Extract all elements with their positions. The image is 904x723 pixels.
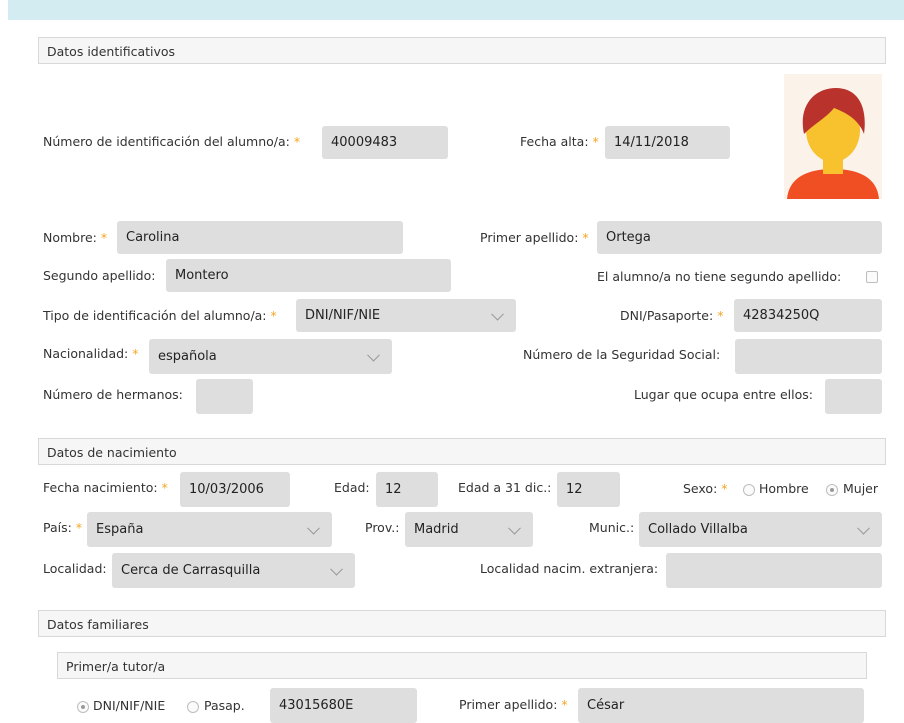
chevron-down-icon [307,521,320,535]
fecha-nac-input[interactable]: 10/03/2006 [180,472,290,507]
section-title: Datos de nacimiento [47,445,177,460]
munic-select[interactable]: Collado Villalba [639,512,882,547]
pais-label: País: * [43,520,83,535]
tutor-primer-apellido-input[interactable]: César [578,688,864,723]
segundo-apellido-label: Segundo apellido: [43,268,156,283]
section-datos-identificativos: Datos identificativos [38,37,886,64]
hermanos-label: Número de hermanos: [43,387,183,402]
seg-social-input[interactable] [735,339,882,374]
lugar-input[interactable] [825,379,882,414]
primer-apellido-input[interactable]: Ortega [597,221,882,254]
prov-value: Madrid [414,522,459,537]
fecha-nac-label: Fecha nacimiento: * [43,480,168,495]
chevron-down-icon [491,307,504,321]
num-id-label: Número de identificación del alumno/a: * [43,134,301,149]
tipo-id-label: Tipo de identificación del alumno/a: * [43,308,277,323]
student-avatar-icon [784,74,882,199]
edad-label: Edad: [334,480,370,495]
sin-segundo-apellido-checkbox[interactable] [866,271,878,283]
edad-input[interactable]: 12 [376,472,438,507]
fecha-alta-input[interactable]: 14/11/2018 [605,126,730,159]
nacionalidad-select[interactable]: española [149,339,392,374]
sin-segundo-apellido-label: El alumno/a no tiene segundo apellido: [597,269,842,284]
localidad-value: Cerca de Carrasquilla [121,563,261,578]
sexo-hombre-label: Hombre [759,481,809,496]
edad-dic-input[interactable]: 12 [557,472,620,507]
prov-select[interactable]: Madrid [405,512,533,547]
section-title: Primer/a tutor/a [66,659,166,674]
tutor-doc-dni-label: DNI/NIF/NIE [93,698,166,713]
nacionalidad-label: Nacionalidad: * [43,346,139,361]
munic-value: Collado Villalba [648,522,748,537]
chevron-down-icon [508,521,521,535]
tutor-doc-dni-radio[interactable] [77,701,89,713]
tipo-id-select[interactable]: DNI/NIF/NIE [296,299,516,332]
hermanos-input[interactable] [196,379,253,414]
dni-input[interactable]: 42834250Q [734,299,882,332]
localidad-ext-label: Localidad nacim. extranjera: [480,561,659,576]
tutor-primer-apellido-label: Primer apellido: * [459,697,568,712]
lugar-label: Lugar que ocupa entre ellos: [634,387,813,402]
pais-value: España [96,522,144,537]
tutor-doc-pasap-label: Pasap. [204,698,245,713]
localidad-select[interactable]: Cerca de Carrasquilla [112,553,355,588]
tutor-doc-input[interactable]: 43015680E [270,688,417,723]
seg-social-label: Número de la Seguridad Social: [523,347,721,362]
localidad-ext-input[interactable] [666,553,882,588]
sexo-label: Sexo: * [683,481,728,496]
chevron-down-icon [857,521,870,535]
section-datos-familiares: Datos familiares [38,610,886,637]
segundo-apellido-input[interactable]: Montero [166,259,451,292]
prov-label: Prov.: [365,520,400,535]
edad-dic-label: Edad a 31 dic.: [458,480,552,495]
sexo-mujer-radio[interactable] [826,484,838,496]
dni-label: DNI/Pasaporte: * [620,308,724,323]
tutor-doc-pasap-radio[interactable] [187,701,199,713]
pais-select[interactable]: España [87,512,332,547]
primer-apellido-label: Primer apellido: * [480,230,589,245]
section-datos-nacimiento: Datos de nacimiento [38,438,886,465]
munic-label: Munic.: [589,520,635,535]
chevron-down-icon [367,348,380,362]
nombre-label: Nombre: * [43,230,108,245]
num-id-input[interactable]: 40009483 [322,126,448,159]
section-title: Datos familiares [47,617,149,632]
nombre-input[interactable]: Carolina [117,221,403,254]
top-bar [8,0,904,20]
sexo-hombre-radio[interactable] [743,484,755,496]
tipo-id-value: DNI/NIF/NIE [305,308,381,323]
nacionalidad-value: española [158,349,217,364]
chevron-down-icon [330,562,343,576]
fecha-alta-label: Fecha alta: * [520,134,599,149]
section-primer-tutor: Primer/a tutor/a [57,652,867,679]
sexo-mujer-label: Mujer [843,481,879,496]
section-title: Datos identificativos [47,44,176,59]
localidad-label: Localidad: [43,561,107,576]
